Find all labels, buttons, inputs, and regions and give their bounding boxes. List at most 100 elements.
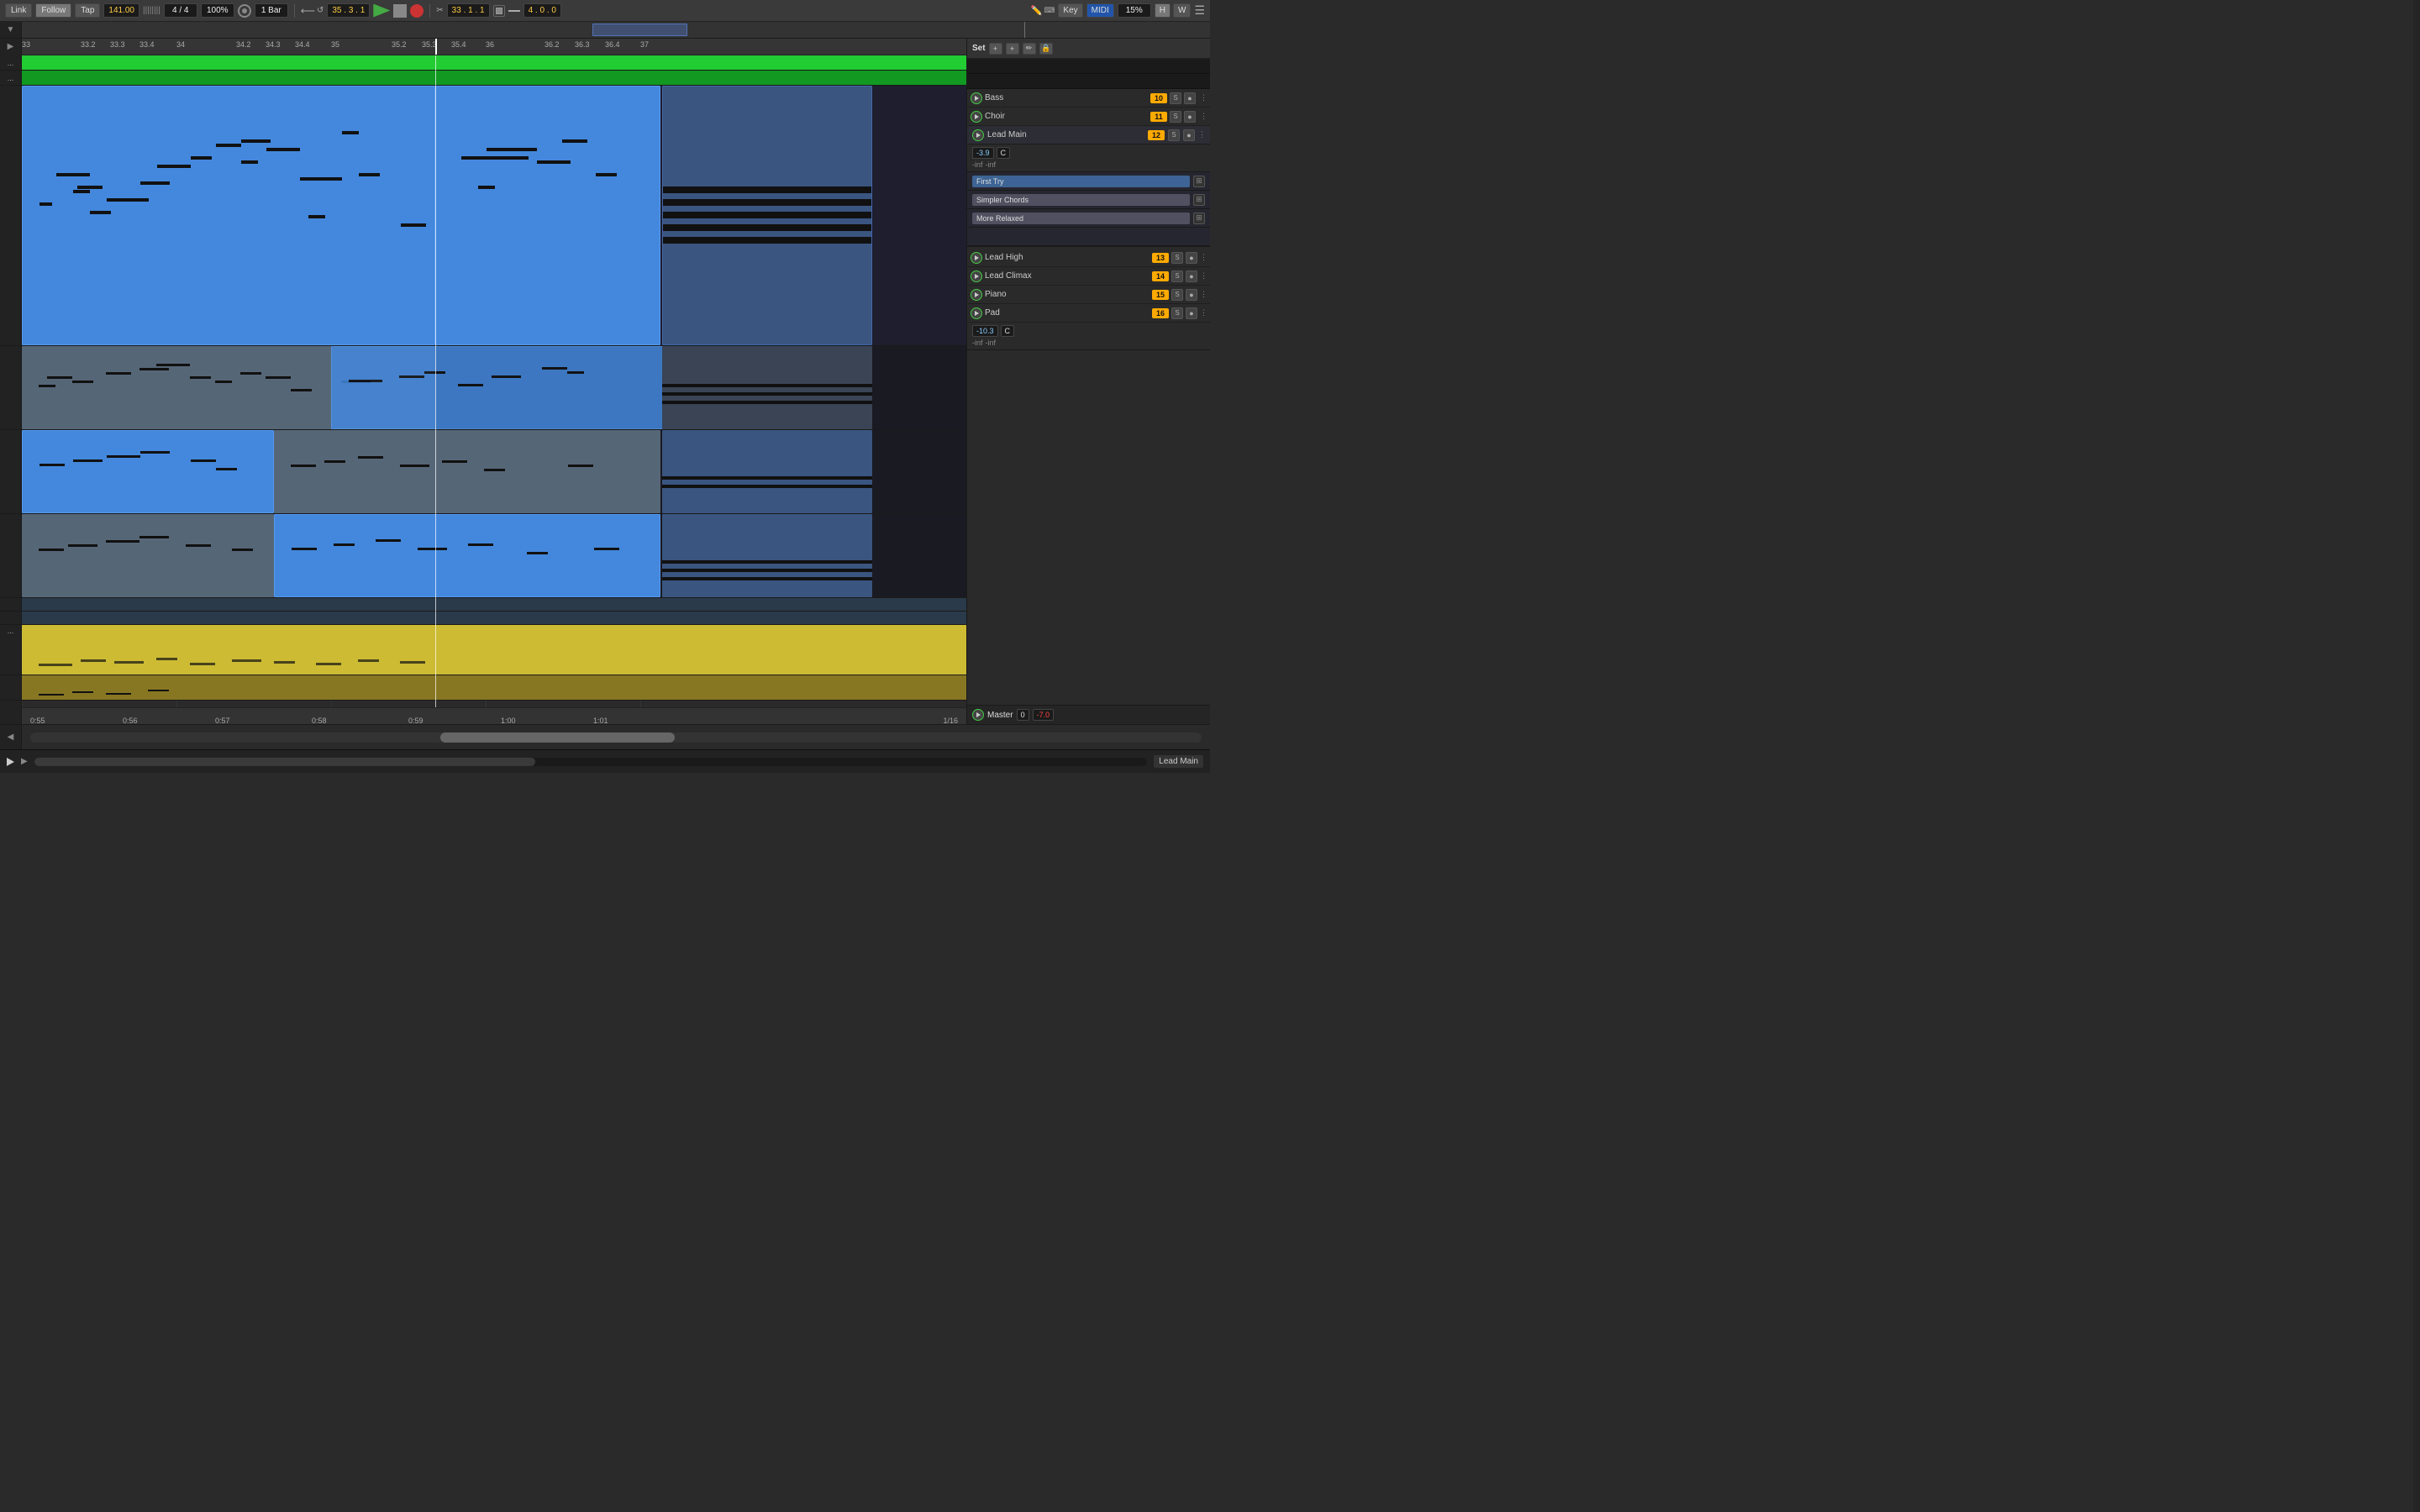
panel-btn-lock[interactable]: 🔒 bbox=[1039, 43, 1053, 55]
lead-high-track-item[interactable]: Lead High 13 S ● ⋮ bbox=[967, 249, 1210, 267]
position-display[interactable]: 35 . 3 . 1 bbox=[327, 3, 370, 18]
pad-vol-display[interactable]: -10.3 bbox=[972, 325, 998, 337]
piano-play-btn[interactable] bbox=[971, 289, 982, 301]
stop-button[interactable] bbox=[393, 4, 407, 18]
status-play-btn[interactable] bbox=[7, 758, 14, 766]
simpler-chords-expand-btn[interactable]: ⊞ bbox=[1193, 194, 1205, 206]
hamburger-icon[interactable]: ☰ bbox=[1194, 3, 1205, 18]
master-vol-display[interactable]: 0 bbox=[1017, 709, 1029, 721]
master-db-display[interactable]: -7.0 bbox=[1033, 709, 1055, 721]
lead-climax-mute[interactable]: ● bbox=[1186, 270, 1197, 282]
panel-btn-minus[interactable]: + bbox=[989, 43, 1002, 55]
lead-main-key-display[interactable]: C bbox=[997, 147, 1011, 159]
lead-main-clip3[interactable] bbox=[662, 86, 872, 345]
piano-mute[interactable]: ● bbox=[1186, 289, 1197, 301]
lead-climax-track-item[interactable]: Lead Climax 14 S ● ⋮ bbox=[967, 267, 1210, 286]
simpler-chords-slot[interactable]: Simpler Chords ⊞ bbox=[967, 191, 1210, 209]
choir-track-item[interactable]: Choir 11 S ● ⋮ bbox=[967, 108, 1210, 126]
grey-clip3[interactable] bbox=[22, 514, 274, 597]
lead-main-play-btn[interactable] bbox=[972, 129, 984, 141]
zoom-pct2-display[interactable]: 15% bbox=[1118, 3, 1151, 18]
lead-climax-name: Lead Climax bbox=[985, 271, 1150, 281]
time-sig-display[interactable]: 4 / 4 bbox=[164, 3, 197, 18]
bass-solo[interactable]: S bbox=[1170, 92, 1181, 104]
more-relaxed-pill[interactable]: More Relaxed bbox=[972, 213, 1190, 224]
lead-climax-play-btn[interactable] bbox=[971, 270, 982, 282]
first-try-pill[interactable]: First Try bbox=[972, 176, 1190, 187]
t6n2 bbox=[68, 544, 97, 547]
scroll-thumb[interactable] bbox=[440, 732, 675, 743]
key-button[interactable]: Key bbox=[1058, 3, 1082, 18]
arrangement-area: ▶ 33 33.2 33.3 33.4 34 34.2 34.3 34.4 35… bbox=[0, 39, 966, 724]
bass-play-btn[interactable] bbox=[971, 92, 982, 104]
lead-high-solo[interactable]: S bbox=[1171, 252, 1183, 264]
choir-mute[interactable]: ● bbox=[1184, 111, 1196, 123]
lead-main-vol-display[interactable]: -3.9 bbox=[972, 147, 994, 159]
piano-clip-full[interactable] bbox=[22, 625, 966, 675]
bpm-display[interactable]: 141.00 bbox=[103, 3, 139, 18]
blue-clip4[interactable] bbox=[274, 514, 660, 597]
play-button[interactable] bbox=[373, 4, 390, 18]
lead-main-mute[interactable]: ● bbox=[1183, 129, 1195, 141]
lead-main-clip1[interactable] bbox=[22, 86, 435, 345]
pad-solo[interactable]: S bbox=[1171, 307, 1183, 319]
blue-clip3[interactable] bbox=[662, 430, 872, 513]
status-bar: ▶ Lead Main bbox=[0, 749, 1210, 773]
master-play-btn[interactable] bbox=[972, 709, 984, 721]
panel-btn-plus[interactable]: + bbox=[1006, 43, 1019, 55]
lead-main-header[interactable]: Lead Main 12 S ● ⋮ bbox=[967, 126, 1210, 144]
collapse-arrow[interactable]: ▼ bbox=[0, 22, 22, 38]
piano-solo[interactable]: S bbox=[1171, 289, 1183, 301]
lead-high-play-btn[interactable] bbox=[971, 252, 982, 264]
lead-climax-clip[interactable] bbox=[22, 612, 966, 624]
first-try-expand-btn[interactable]: ⊞ bbox=[1193, 176, 1205, 187]
record-button[interactable] bbox=[410, 4, 424, 18]
bass-name: Bass bbox=[985, 93, 1148, 102]
bass-track-item[interactable]: Bass 10 S ● ⋮ bbox=[967, 89, 1210, 108]
loop-toggle[interactable] bbox=[493, 5, 505, 17]
quantize-display[interactable]: 1 Bar bbox=[255, 3, 288, 18]
midi-button[interactable]: MIDI bbox=[1086, 3, 1114, 18]
more-relaxed-expand-btn[interactable]: ⊞ bbox=[1193, 213, 1205, 224]
blue-clip2[interactable] bbox=[22, 430, 274, 513]
pad-key-display[interactable]: C bbox=[1001, 325, 1015, 337]
pad-play-btn[interactable] bbox=[971, 307, 982, 319]
pad-mute[interactable]: ● bbox=[1186, 307, 1197, 319]
hw-button[interactable]: H bbox=[1155, 3, 1171, 18]
track5-row bbox=[22, 430, 966, 514]
pad-clip-full[interactable] bbox=[22, 675, 966, 700]
choir-clip-full[interactable] bbox=[22, 71, 966, 85]
choir-play-btn[interactable] bbox=[971, 111, 982, 123]
pad-track-item[interactable]: Pad 16 S ● ⋮ bbox=[967, 304, 1210, 323]
blue-clip5[interactable] bbox=[662, 514, 872, 597]
zoom-display[interactable]: 100% bbox=[201, 3, 234, 18]
bottom-scrollbar[interactable] bbox=[30, 732, 1202, 743]
simpler-chords-pill[interactable]: Simpler Chords bbox=[972, 194, 1190, 206]
piano-track-item[interactable]: Piano 15 S ● ⋮ bbox=[967, 286, 1210, 304]
first-try-slot[interactable]: First Try ⊞ bbox=[967, 172, 1210, 191]
rewind-icon[interactable]: ⟵ bbox=[301, 5, 315, 17]
loop-start-display[interactable]: 33 . 1 . 1 bbox=[447, 3, 490, 18]
w-button[interactable]: W bbox=[1173, 3, 1191, 18]
panel-btn-pencil[interactable]: ✏ bbox=[1023, 43, 1036, 55]
note-2 bbox=[77, 186, 103, 189]
loop-end-display[interactable]: 4 . 0 . 0 bbox=[523, 3, 561, 18]
link-button[interactable]: Link bbox=[5, 3, 32, 18]
loop-icon[interactable]: ↺ bbox=[317, 6, 324, 15]
follow-button[interactable]: Follow bbox=[35, 3, 71, 18]
lead-main-clip2[interactable] bbox=[435, 86, 660, 345]
more-relaxed-slot[interactable]: More Relaxed ⊞ bbox=[967, 209, 1210, 228]
empty-slot-1[interactable] bbox=[967, 228, 1210, 246]
grey-clip2[interactable] bbox=[274, 430, 660, 513]
bass-mute[interactable]: ● bbox=[1184, 92, 1196, 104]
blue-clip-overlay[interactable] bbox=[331, 346, 692, 429]
lead-high-mute[interactable]: ● bbox=[1186, 252, 1197, 264]
dark-clip-right[interactable] bbox=[662, 346, 872, 429]
scroll-left-btn[interactable]: ◀ bbox=[0, 725, 22, 749]
bass-clip-full[interactable] bbox=[22, 55, 966, 70]
tap-button[interactable]: Tap bbox=[75, 3, 100, 18]
lead-climax-solo[interactable]: S bbox=[1171, 270, 1183, 282]
lead-main-solo[interactable]: S bbox=[1168, 129, 1180, 141]
choir-solo[interactable]: S bbox=[1170, 111, 1181, 123]
lead-high-clip[interactable] bbox=[22, 598, 966, 611]
